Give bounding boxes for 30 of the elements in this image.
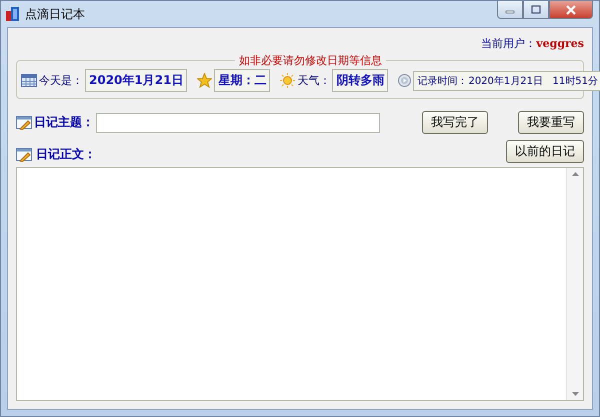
rewrite-button[interactable]: 我要重写 — [518, 111, 584, 134]
date-field[interactable]: 2020年1月21日 — [85, 69, 188, 92]
minimize-button[interactable] — [497, 1, 523, 19]
maximize-icon — [531, 5, 541, 14]
field-label: 天气： — [297, 73, 330, 88]
scroll-up-icon[interactable] — [572, 172, 578, 176]
user-label: 当前用户： — [481, 36, 536, 50]
record-time-field[interactable]: 记录时间：2020年1月21日 11时51分 — [413, 70, 600, 90]
notepad-pencil-icon — [16, 147, 34, 162]
weather-field[interactable]: 阴转多雨 — [332, 69, 388, 92]
finish-button[interactable]: 我写完了 — [422, 111, 488, 134]
user-name: veggres — [536, 36, 584, 50]
subject-label: 日记主题： — [34, 114, 94, 131]
close-button[interactable] — [549, 1, 593, 19]
scrollbar[interactable] — [566, 168, 583, 400]
app-icon — [5, 6, 21, 22]
sun-icon — [280, 73, 296, 88]
notepad-pencil-icon — [16, 115, 34, 130]
calendar-icon — [21, 74, 37, 87]
scroll-down-icon[interactable] — [572, 392, 578, 396]
body-label: 日记正文： — [36, 146, 96, 163]
maximize-button[interactable] — [523, 1, 549, 19]
weekday-field[interactable]: 星期：二 — [214, 69, 270, 92]
star-icon — [197, 73, 212, 88]
close-icon — [565, 4, 577, 14]
group-legend: 如非必要请勿修改日期等信息 — [235, 53, 386, 68]
field-label: 今天是： — [39, 73, 83, 88]
previous-diaries-button[interactable]: 以前的日记 — [506, 140, 584, 163]
subject-field[interactable] — [96, 112, 380, 132]
window-title: 点滴日记本 — [25, 6, 85, 22]
